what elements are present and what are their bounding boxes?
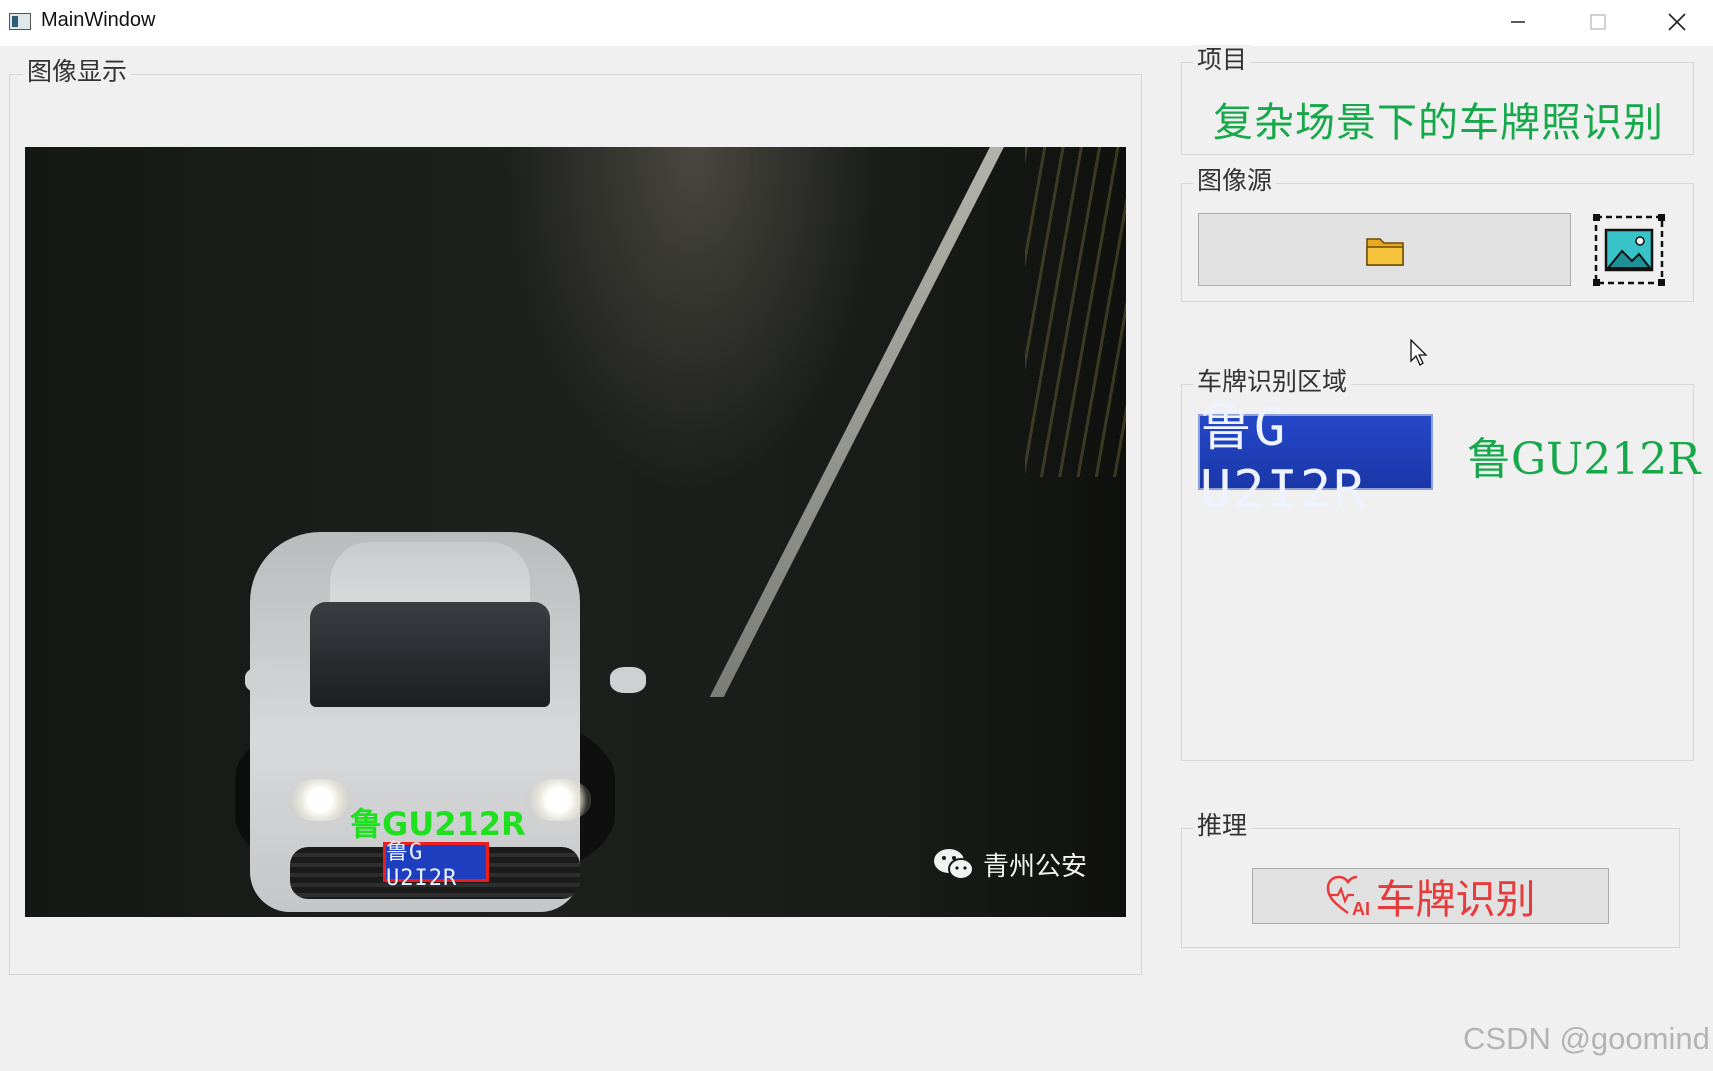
app-icon <box>9 13 31 30</box>
project-title: 项目 <box>1193 45 1252 75</box>
close-button[interactable] <box>1642 0 1712 44</box>
folder-icon <box>1365 237 1404 266</box>
select-image-button[interactable] <box>1592 213 1666 287</box>
headlight-left <box>287 779 353 821</box>
maximize-icon <box>1590 14 1606 30</box>
open-folder-button[interactable] <box>1198 213 1571 286</box>
minimize-button[interactable] <box>1483 0 1553 44</box>
plate-crop-text: 鲁G U2I2R <box>1200 397 1367 520</box>
roadside-fence <box>1025 147 1126 477</box>
plate-in-image-text: 鲁G U2I2R <box>386 839 458 891</box>
window-title: MainWindow <box>41 9 156 31</box>
watermark-text: 青州公安 <box>983 852 1088 882</box>
inference-title: 推理 <box>1193 811 1252 841</box>
detected-plate-box: 鲁G U2I2R <box>383 840 489 891</box>
plate-result-text: 鲁GU212R <box>1467 434 1701 485</box>
minimize-icon <box>1511 21 1525 23</box>
close-icon <box>1668 13 1686 31</box>
image-display-canvas: 鲁GU212R 鲁G U2I2R 青州公安 <box>25 147 1126 917</box>
plate-recognize-label: 车牌识别 <box>1375 877 1536 923</box>
image-display-title: 图像显示 <box>23 57 132 87</box>
mouse-cursor-icon <box>1410 339 1428 366</box>
headlight-right <box>525 779 591 821</box>
ai-icon: AI <box>1326 875 1370 917</box>
plate-crop-image: 鲁G U2I2R <box>1198 398 1433 520</box>
car-windshield <box>310 602 550 707</box>
title-bar: MainWindow <box>0 0 1713 46</box>
wechat-icon <box>934 848 974 880</box>
image-source-title: 图像源 <box>1193 166 1277 196</box>
image-watermark: 青州公安 <box>933 846 1087 883</box>
plate-recognize-button[interactable]: AI 车牌识别 <box>1252 868 1609 924</box>
image-select-icon <box>1593 214 1665 286</box>
footer-watermark: CSDN @goomind <box>1463 1021 1710 1056</box>
svg-text:AI: AI <box>1352 899 1370 917</box>
project-name: 复杂场景下的车牌照识别 <box>1213 100 1664 146</box>
maximize-button[interactable] <box>1563 0 1633 44</box>
